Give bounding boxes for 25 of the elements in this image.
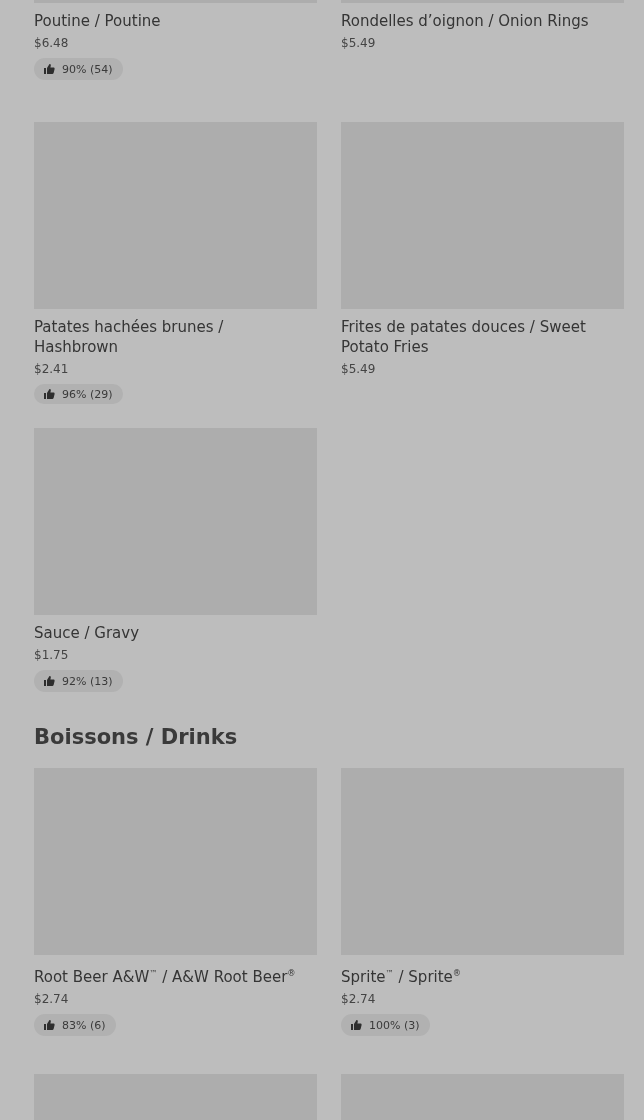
item-price: $5.49 (341, 361, 376, 378)
thumbs-up-icon (43, 675, 55, 687)
section-title: Boissons / Drinks (34, 724, 239, 751)
rating-text: 100% (3) (369, 1018, 420, 1032)
rating-text: 96% (29) (62, 387, 113, 401)
thumbs-up-icon (43, 1019, 55, 1031)
item-name: Frites de patates douces / Sweet Potato Fries (341, 317, 587, 357)
item-price: $2.74 (34, 991, 69, 1008)
item-price: $2.74 (341, 991, 376, 1008)
item-price: $5.49 (341, 35, 376, 52)
thumbs-up-icon (43, 63, 55, 75)
thumbs-up-icon (350, 1019, 362, 1031)
thumbs-up-icon (43, 388, 55, 400)
item-name: Sauce / Gravy (34, 623, 140, 643)
item-name: Poutine / Poutine (34, 11, 161, 31)
item-price: $1.75 (34, 647, 69, 664)
rating-text: 92% (13) (62, 674, 113, 688)
item-name: Sprite$^{™}$ / Sprite$^{®}$ (341, 967, 462, 987)
rating-text: 83% (6) (62, 1018, 106, 1032)
item-price: $2.41 (34, 361, 69, 378)
item-price: $6.48 (34, 35, 69, 52)
item-name: Rondelles d’oignon / Onion Rings (341, 11, 589, 31)
item-name: Root Beer A&W$^{™}$ / A&W Root Beer$^{®}$ (34, 967, 296, 987)
item-name: Patates hachées brunes / Hashbrown (34, 317, 225, 357)
rating-text: 90% (54) (62, 62, 113, 76)
